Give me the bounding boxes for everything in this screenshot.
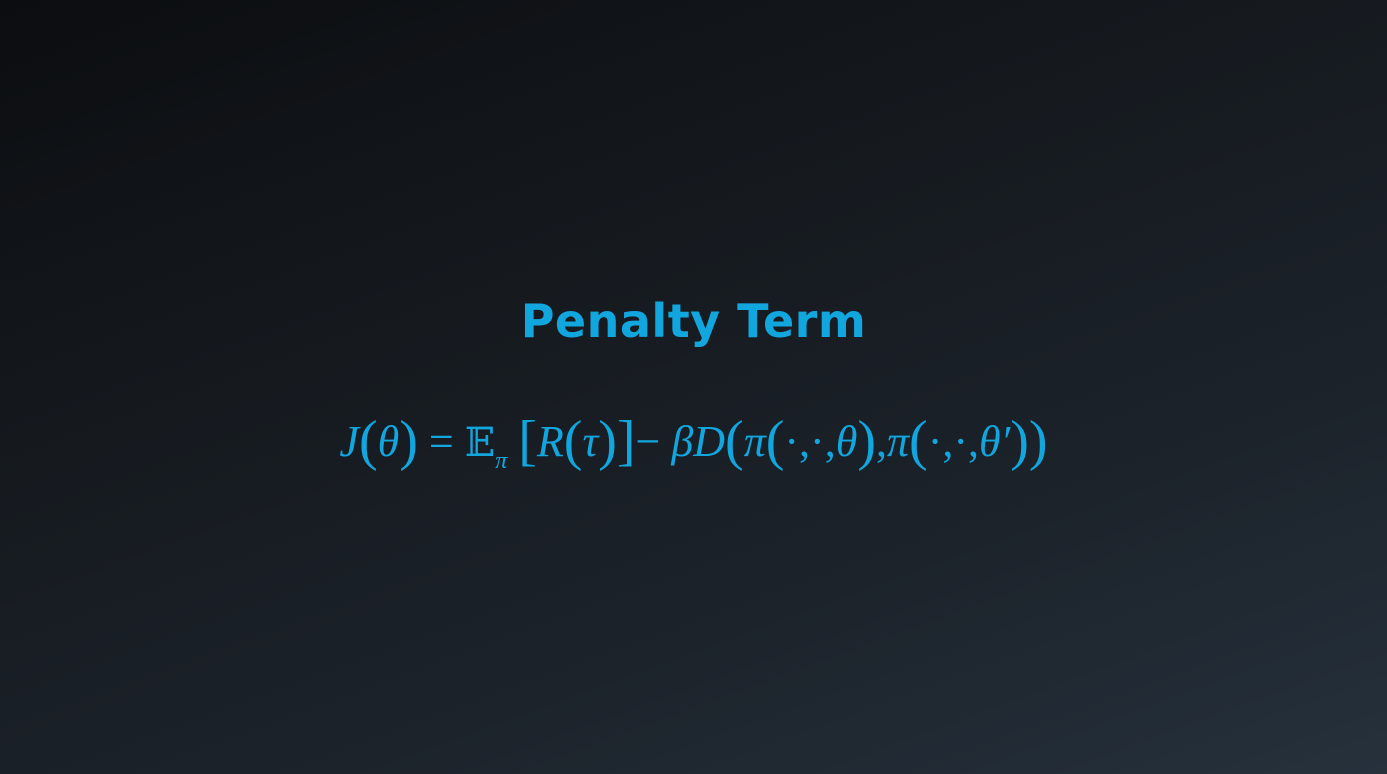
slide: Penalty Term J(θ) = 𝔼π [R(τ)]− βD(π(·,·,… bbox=[0, 0, 1387, 774]
formula-args: ·,·, bbox=[784, 417, 836, 466]
formula-paren: ( bbox=[765, 410, 785, 472]
formula-J: J bbox=[339, 417, 359, 466]
slide-title: Penalty Term bbox=[520, 294, 867, 348]
formula-paren: ( bbox=[909, 410, 928, 472]
formula-paren: ( bbox=[563, 410, 583, 472]
formula-theta-prime: θ′ bbox=[979, 417, 1011, 466]
formula-paren: ) bbox=[1010, 410, 1029, 472]
formula-paren: ) bbox=[399, 410, 418, 472]
formula-args: ·,·, bbox=[927, 417, 980, 466]
formula-comma: , bbox=[876, 417, 887, 466]
formula-theta: θ bbox=[377, 417, 400, 466]
formula-paren: ( bbox=[725, 410, 744, 472]
formula-expectation: 𝔼 bbox=[464, 420, 496, 466]
formula-paren: ) bbox=[1028, 410, 1048, 472]
formula-paren: ) bbox=[857, 410, 876, 472]
formula-pi-subscript: π bbox=[495, 448, 508, 474]
formula-tau: τ bbox=[582, 417, 599, 466]
formula-bracket: ] bbox=[616, 410, 636, 472]
formula-D: D bbox=[693, 417, 726, 466]
formula-paren: ) bbox=[598, 410, 617, 472]
formula-pi: π bbox=[887, 417, 910, 466]
formula-beta: β bbox=[671, 417, 694, 466]
formula-pi: π bbox=[743, 417, 766, 466]
penalty-formula: J(θ) = 𝔼π [R(τ)]− βD(π(·,·,θ),π(·,·,θ′)) bbox=[0, 405, 1387, 482]
formula-equals: = bbox=[417, 417, 465, 466]
formula-paren: ( bbox=[358, 410, 378, 472]
formula-minus: − bbox=[635, 417, 672, 466]
formula-bracket: [ bbox=[518, 410, 537, 472]
formula-R: R bbox=[536, 417, 564, 466]
formula-theta: θ bbox=[835, 417, 858, 466]
